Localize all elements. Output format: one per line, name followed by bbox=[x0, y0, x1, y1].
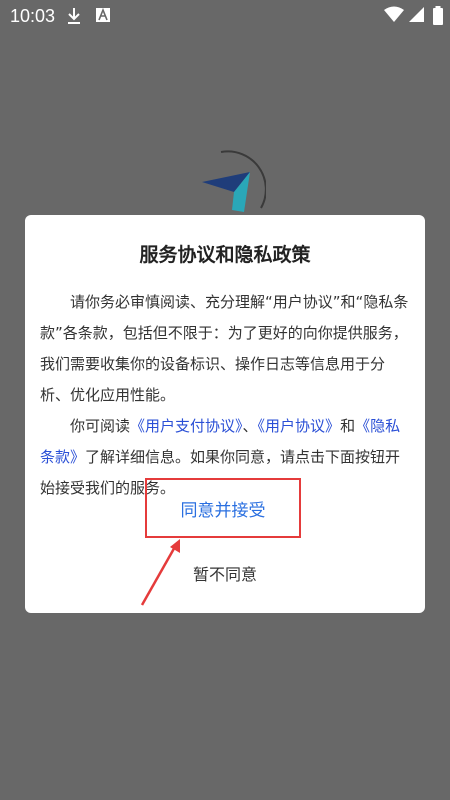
download-icon bbox=[66, 6, 82, 31]
agree-button[interactable]: 同意并接受 bbox=[147, 480, 299, 536]
wifi-icon bbox=[384, 6, 404, 29]
status-time: 10:03 bbox=[10, 6, 56, 26]
and-text: 和 bbox=[340, 417, 356, 435]
signal-icon bbox=[408, 6, 426, 29]
battery-icon bbox=[432, 6, 444, 31]
status-bar: 10:03 bbox=[0, 0, 450, 34]
pointer-arrow-icon bbox=[140, 539, 180, 606]
decline-button[interactable]: 暂不同意 bbox=[175, 555, 275, 591]
separator-text: 、 bbox=[242, 417, 258, 435]
paragraph-2-prefix: 你可阅读 bbox=[70, 417, 131, 435]
payment-agreement-link[interactable]: 《用户支付协议》 bbox=[130, 417, 243, 435]
user-agreement-link[interactable]: 《用户协议》 bbox=[258, 417, 341, 435]
dialog-title: 服务协议和隐私政策 bbox=[139, 244, 311, 266]
paragraph-1: 请你务必审慎阅读、充分理解“用户协议”和“隐私条款”各条款，包括但不限于：为了更… bbox=[40, 287, 410, 411]
a-badge-icon bbox=[95, 6, 111, 29]
paragraph-1-text: 请你务必审慎阅读、充分理解“用户协议”和“隐私条款”各条款，包括但不限于：为了更… bbox=[40, 293, 409, 404]
dialog-body: 请你务必审慎阅读、充分理解“用户协议”和“隐私条款”各条款，包括但不限于：为了更… bbox=[40, 287, 410, 504]
privacy-dialog: 服务协议和隐私政策 请你务必审慎阅读、充分理解“用户协议”和“隐私条款”各条款，… bbox=[25, 215, 425, 613]
